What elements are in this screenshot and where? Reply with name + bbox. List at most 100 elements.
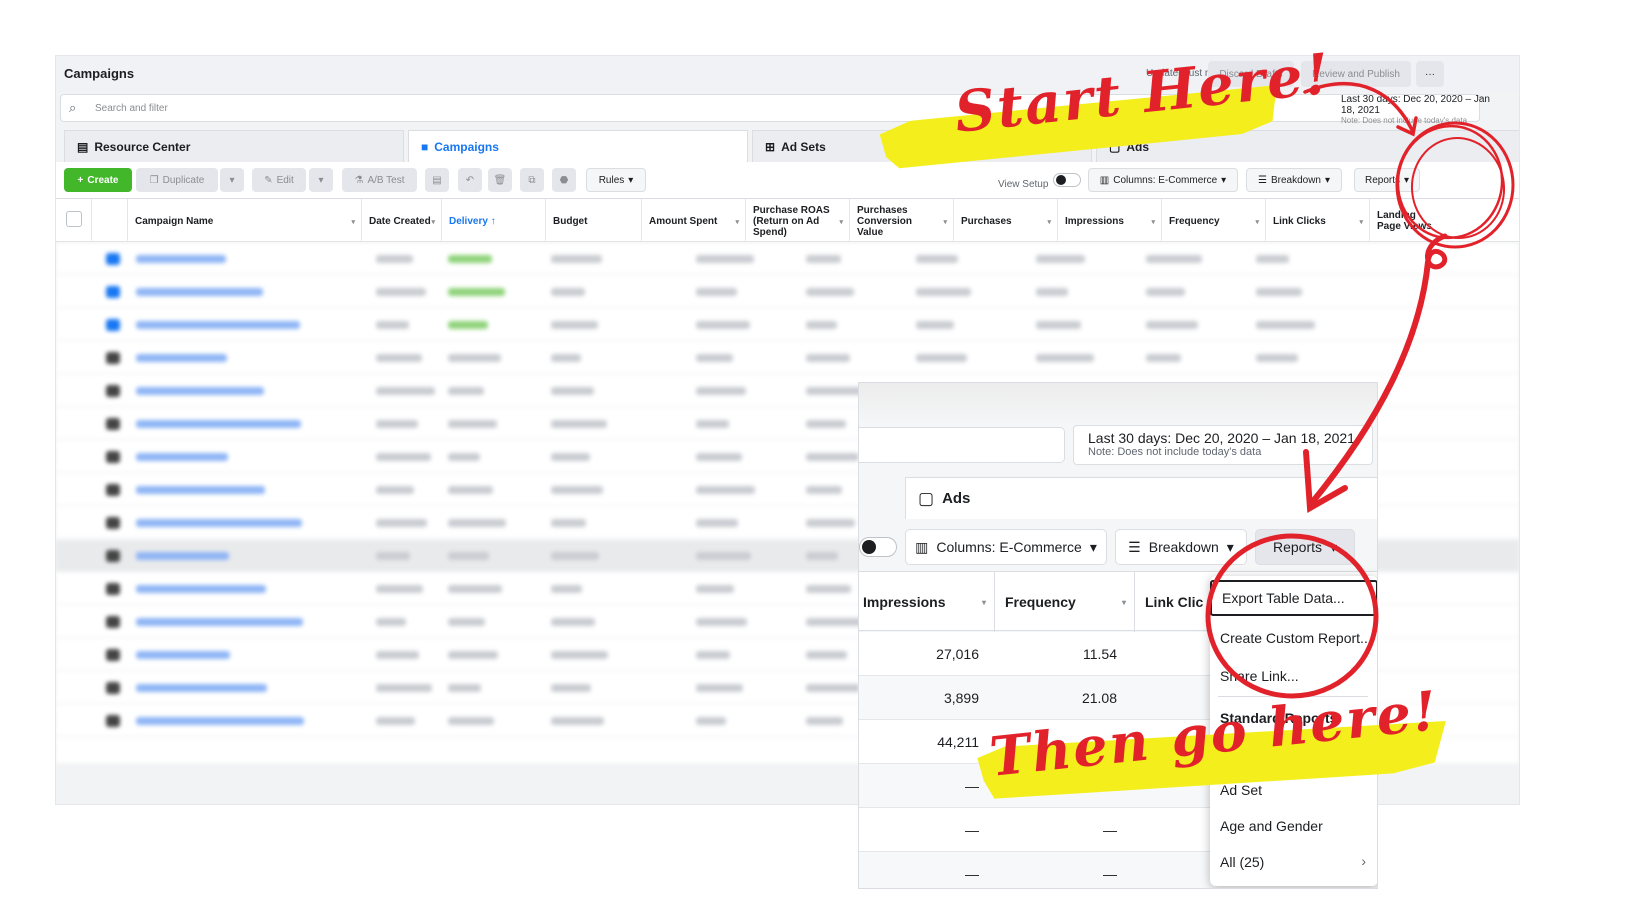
view-setup-toggle[interactable] — [859, 537, 897, 557]
row-status-icon — [106, 682, 120, 694]
col-conversion-value[interactable]: Purchases Conversion Value ▾ — [850, 199, 954, 243]
date-range-picker[interactable]: Last 30 days: Dec 20, 2020 – Jan 18, 202… — [1073, 425, 1373, 465]
delete-button[interactable]: 🗑 — [488, 168, 512, 192]
col-amount-spent[interactable]: Amount Spent ▾ — [642, 199, 746, 243]
col-impressions[interactable]: Impressions ▾ — [859, 572, 995, 632]
blurred-cell — [696, 354, 733, 362]
columns-button[interactable]: ▥ Columns: E-Commerce ▾ — [1088, 168, 1238, 192]
blurred-cell — [696, 453, 742, 461]
tab-ads[interactable]: ▢ Ads — [1096, 130, 1519, 162]
review-publish-button[interactable]: Review and Publish — [1301, 61, 1411, 87]
breakdown-button[interactable]: ☰ Breakdown ▾ — [1115, 529, 1247, 565]
search-input[interactable]: ⌕ Search and filter — [60, 94, 1480, 122]
clipboard-button[interactable]: ▤ — [425, 168, 449, 192]
table-row[interactable] — [56, 309, 1519, 341]
standard-report-age-gender[interactable]: Age and Gender — [1210, 808, 1377, 844]
col-purchases[interactable]: Purchases ▾ — [954, 199, 1058, 243]
chevron-down-icon: ▾ — [1330, 538, 1338, 555]
table-row[interactable] — [56, 276, 1519, 308]
blurred-cell — [136, 684, 267, 692]
col-budget[interactable]: Budget — [546, 199, 642, 243]
row-status-icon — [106, 352, 120, 364]
breakdown-button[interactable]: ☰ Breakdown ▾ — [1246, 168, 1342, 192]
col-date-created[interactable]: Date Created ▾ — [362, 199, 442, 243]
standard-report-campaign[interactable]: Campaign — [1210, 736, 1377, 772]
blurred-cell — [806, 387, 863, 395]
chevron-down-icon: ▾ — [1403, 174, 1410, 186]
row-status-icon — [106, 550, 120, 562]
more-options-button[interactable]: ··· — [1416, 61, 1444, 87]
blurred-cell — [696, 420, 729, 428]
col-impressions[interactable]: Impressions ▾ — [1058, 199, 1162, 243]
view-setup-toggle[interactable] — [1053, 173, 1081, 187]
search-input[interactable] — [859, 427, 1065, 463]
row-status-icon — [106, 286, 120, 298]
blurred-cell — [376, 288, 426, 296]
blurred-cell — [696, 288, 737, 296]
blurred-cell — [551, 717, 604, 725]
reports-button[interactable]: Reports ▾ — [1255, 529, 1355, 565]
tab-ad-sets[interactable]: ⊞ Ad Sets — [752, 130, 1092, 162]
tab-label: Ads — [1126, 139, 1150, 154]
col-frequency[interactable]: Frequency ▾ — [1162, 199, 1266, 243]
duplicate-dropdown[interactable]: ▾ — [220, 168, 244, 192]
preview-button[interactable]: ⧉ — [520, 168, 544, 192]
col-delivery[interactable]: Delivery ↑ — [442, 199, 546, 243]
ad-icon: ▢ — [918, 488, 935, 508]
ab-test-button[interactable]: ⚗ A/B Test — [342, 168, 417, 192]
discard-drafts-button[interactable]: Discard Drafts — [1208, 61, 1294, 87]
blurred-cell — [448, 618, 485, 626]
frequency-cell: — — [1103, 778, 1117, 794]
impressions-cell: 3,899 — [943, 690, 979, 706]
table-row[interactable] — [56, 243, 1519, 275]
tab-ads[interactable]: ▢ Ads — [905, 477, 1377, 519]
create-button[interactable]: + Create — [64, 168, 132, 192]
reports-button[interactable]: Reports ▾ — [1354, 168, 1420, 192]
col-landing-page-views[interactable]: Landing Page Views — [1370, 199, 1519, 243]
blurred-cell — [551, 618, 595, 626]
blurred-cell — [136, 354, 227, 362]
row-status-icon — [106, 616, 120, 628]
reports-label: Reports — [1364, 174, 1400, 186]
blurred-cell — [916, 321, 954, 329]
preview-icon: ⧉ — [528, 174, 536, 186]
blurred-cell — [376, 354, 422, 362]
undo-button[interactable]: ↶ — [458, 168, 482, 192]
duplicate-button[interactable]: ❐ Duplicate — [136, 168, 218, 192]
grid-icon: ⊞ — [765, 139, 776, 154]
col-link-clicks[interactable]: Link Clicks ▾ — [1266, 199, 1370, 243]
reports-dropdown-menu: Export Table Data... Create Custom Repor… — [1210, 576, 1377, 886]
standard-report-ad-set[interactable]: Ad Set — [1210, 772, 1377, 808]
folder-icon: ■ — [421, 139, 429, 154]
edit-dropdown[interactable]: ▾ — [309, 168, 333, 192]
ad-icon: ▢ — [1109, 139, 1121, 154]
tag-icon: ⬣ — [559, 174, 569, 186]
standard-report-all[interactable]: All (25) › — [1210, 844, 1377, 880]
row-status-icon — [106, 715, 120, 727]
tab-label: Campaigns — [434, 139, 499, 154]
blurred-cell — [448, 651, 498, 659]
columns-icon: ▥ — [1099, 174, 1110, 186]
col-purchase-roas[interactable]: Purchase ROAS (Return on Ad Spend) ▾ — [746, 199, 850, 243]
row-status-icon — [106, 385, 120, 397]
table-row[interactable] — [56, 342, 1519, 374]
tag-button[interactable]: ⬣ — [552, 168, 576, 192]
rules-button[interactable]: Rules ▾ — [586, 168, 646, 192]
export-table-data-item[interactable]: Export Table Data... — [1210, 580, 1377, 616]
edit-button[interactable]: ✎ Edit — [252, 168, 306, 192]
col-frequency[interactable]: Frequency ▾ — [995, 572, 1135, 632]
share-link-item[interactable]: Share Link... — [1210, 658, 1377, 694]
blurred-cell — [806, 618, 864, 626]
blurred-cell — [136, 717, 304, 725]
select-all-checkbox[interactable] — [66, 211, 82, 227]
blurred-cell — [376, 453, 431, 461]
columns-button[interactable]: ▥ Columns: E-Commerce ▾ — [905, 529, 1107, 565]
date-range-picker[interactable]: Last 30 days: Dec 20, 2020 – Jan 18, 202… — [1341, 94, 1491, 125]
col-campaign-name[interactable]: Campaign Name ▾ — [128, 199, 362, 243]
tab-campaigns[interactable]: ■ Campaigns — [408, 130, 748, 162]
frequency-cell: — — [1103, 866, 1117, 882]
blurred-cell — [551, 519, 586, 527]
create-custom-report-item[interactable]: Create Custom Report... — [1210, 620, 1377, 656]
tab-resource-center[interactable]: ▤ Resource Center — [64, 130, 404, 162]
blurred-cell — [376, 618, 406, 626]
